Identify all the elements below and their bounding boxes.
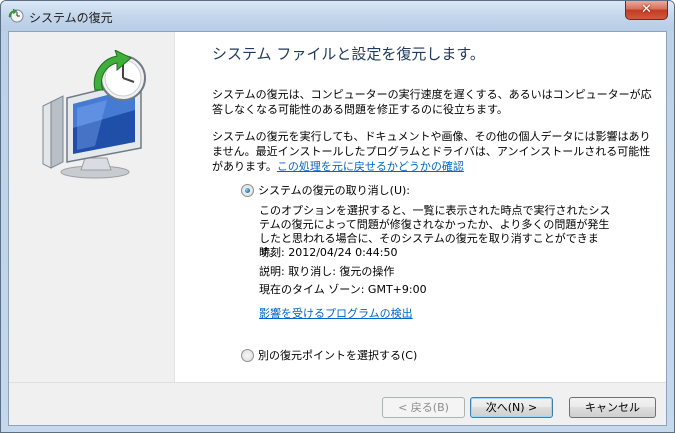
cancel-button[interactable]: キャンセル <box>569 397 656 418</box>
choose-other-point-option[interactable]: 別の復元ポイントを選択する(C) <box>241 347 417 363</box>
next-button[interactable]: 次へ(N) > <box>470 397 553 418</box>
undo-restore-radio[interactable] <box>241 183 254 197</box>
intro-paragraph: システムの復元は、コンピューターの実行速度を遅くする、あるいはコンピューターが応… <box>212 88 652 116</box>
choose-other-point-label[interactable]: 別の復元ポイントを選択する(C) <box>258 347 417 363</box>
side-panel <box>9 32 175 382</box>
current-timezone: 現在のタイム ゾーン: GMT+9:00 <box>259 283 427 296</box>
system-restore-monitor-clock-icon <box>42 50 146 179</box>
undo-restore-label[interactable]: システムの復元の取り消し(U): <box>258 182 410 198</box>
close-button[interactable]: ✕ <box>625 1 668 20</box>
undo-restore-option[interactable]: システムの復元の取り消し(U): <box>241 182 410 198</box>
system-restore-window: システムの復元 ✕ システム ファイルと設定を復元します。 システムの復元は、コ… <box>0 0 675 433</box>
back-button[interactable]: < 戻る(B) <box>382 397 465 418</box>
system-restore-icon <box>8 8 24 23</box>
title-bar[interactable]: システムの復元 ✕ <box>1 1 674 31</box>
button-bar: < 戻る(B) 次へ(N) > キャンセル <box>9 382 666 425</box>
choose-other-point-radio[interactable] <box>241 348 254 362</box>
undo-check-link[interactable]: この処理を元に戻せるかどうかの確認 <box>277 160 464 173</box>
restore-description: 説明: 取り消し: 復元の操作 <box>259 265 395 278</box>
restore-time: 時刻: 2012/04/24 0:44:50 <box>259 246 398 259</box>
page-heading: システム ファイルと設定を復元します。 <box>212 45 485 63</box>
window-title: システムの復元 <box>29 11 113 25</box>
affected-programs-link[interactable]: 影響を受けるプログラムの検出 <box>259 307 413 321</box>
dialog-client-area: システム ファイルと設定を復元します。 システムの復元は、コンピューターの実行速… <box>8 31 667 426</box>
warning-paragraph: システムの復元を実行しても、ドキュメントや画像、その他の個人データには影響はあり… <box>212 129 652 174</box>
